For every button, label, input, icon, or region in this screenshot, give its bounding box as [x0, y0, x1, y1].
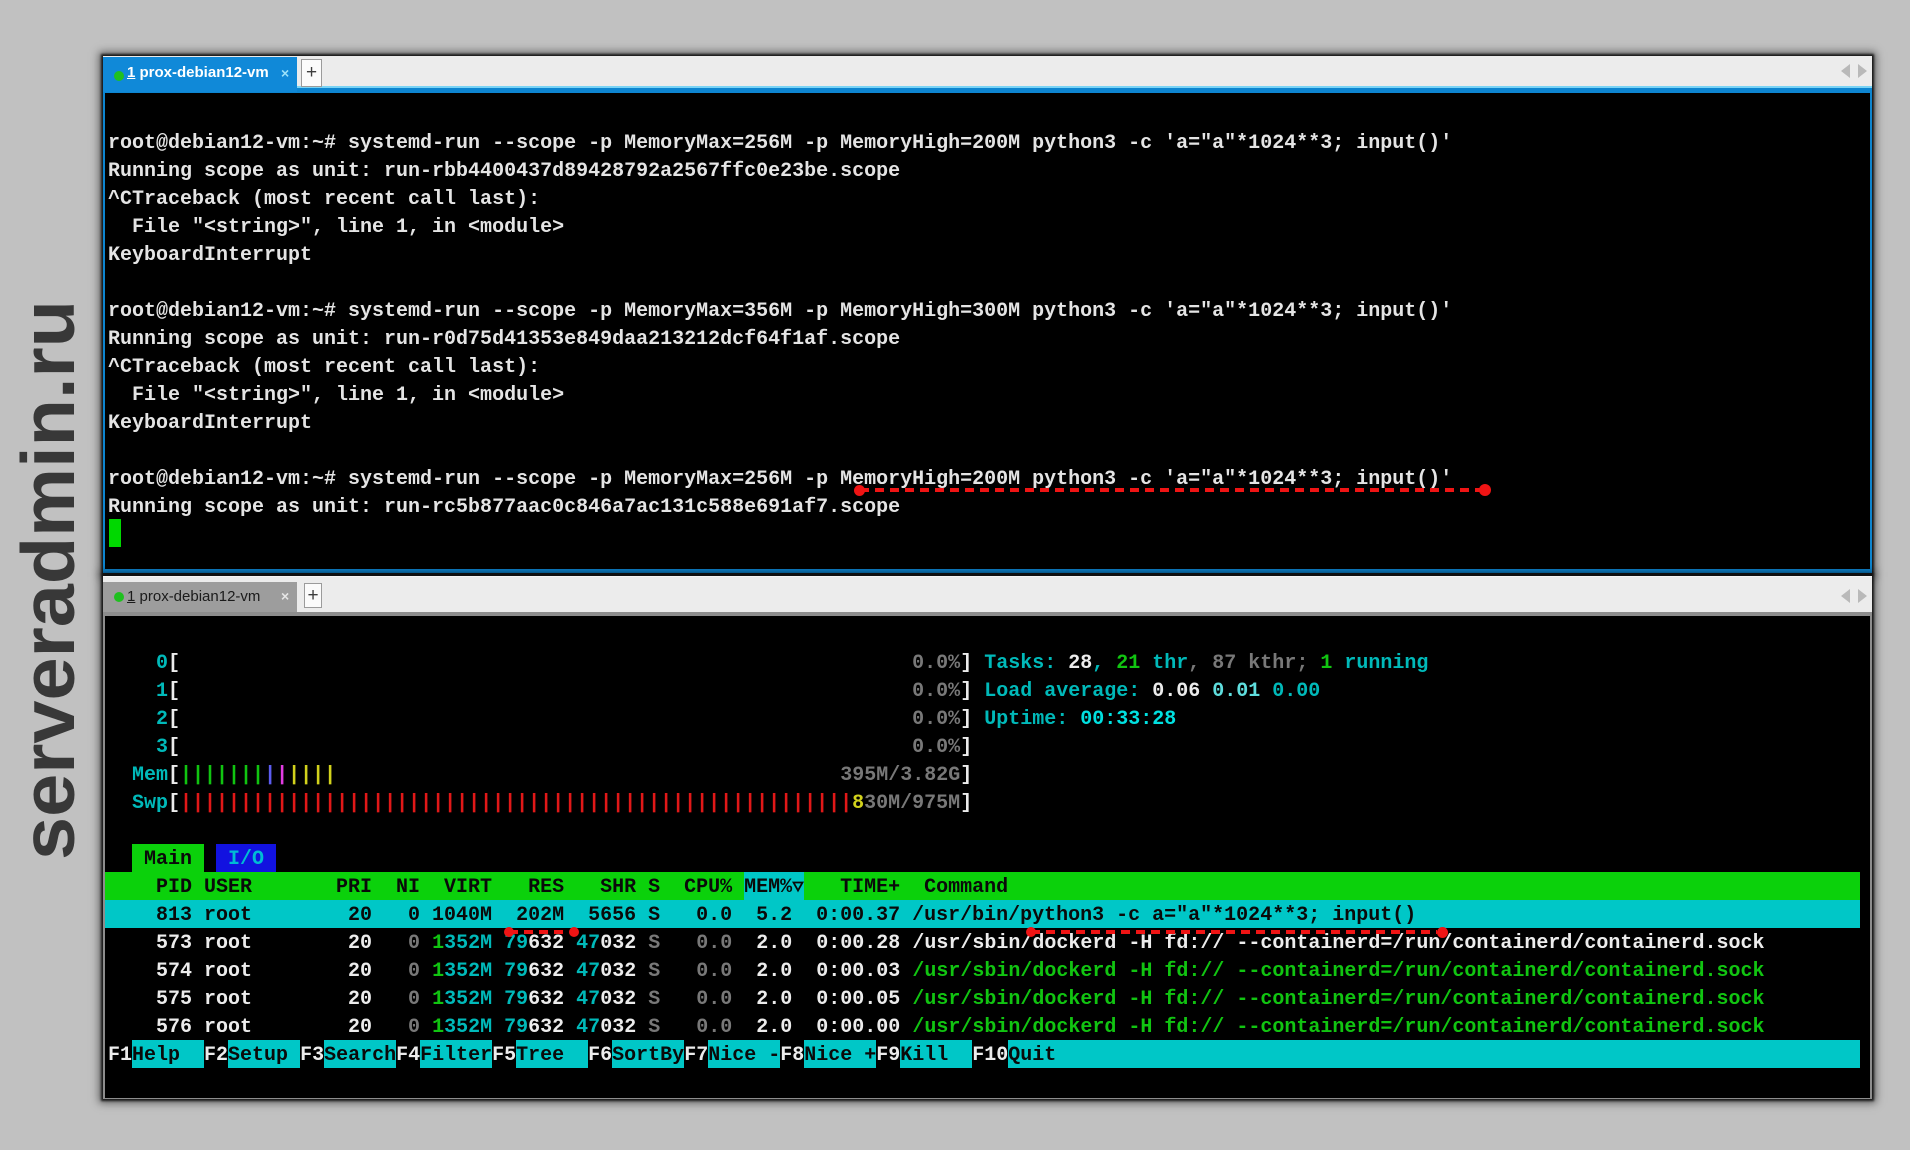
svg-text:serveradmin.ru: serveradmin.ru	[6, 300, 90, 860]
